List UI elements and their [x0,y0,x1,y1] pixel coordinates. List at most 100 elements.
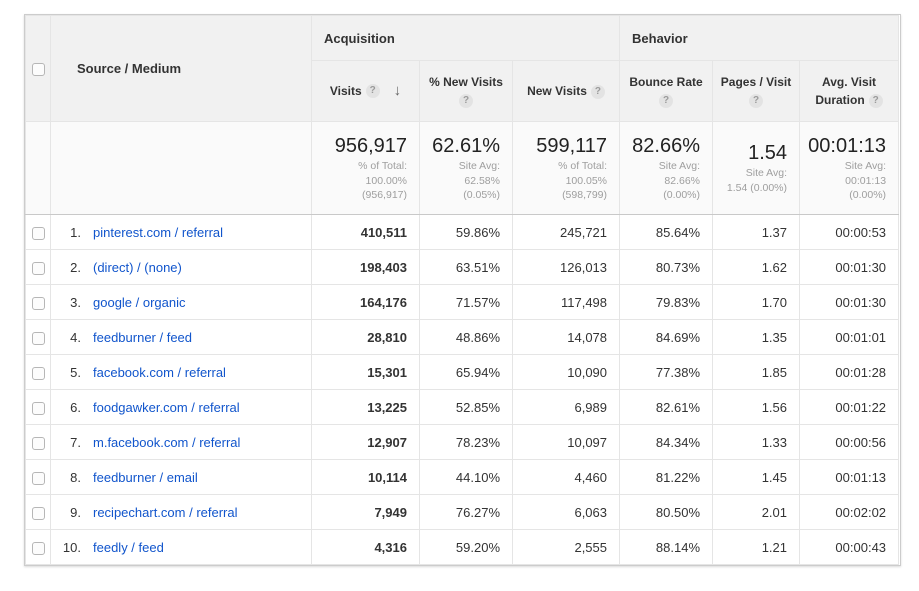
totals-pages-visit: 1.54 Site Avg: 1.54 (0.00%) [713,122,800,215]
row-rank: 5. [51,365,81,380]
source-medium-cell: 5. facebook.com / referral [51,355,312,390]
row-checkbox[interactable] [32,262,45,275]
row-checkbox[interactable] [32,472,45,485]
totals-new-visits-subtext: % of Total: 100.05% (598,799) [517,159,607,203]
bounce-rate-label: Bounce Rate [629,75,702,89]
totals-avg-visit-duration-subtext: Site Avg: 00:01:13 (0.00%) [804,159,886,203]
table-row: 4. feedburner / feed 28,810 48.86% 14,07… [26,320,899,355]
select-all-checkbox[interactable] [32,63,45,76]
row-checkbox[interactable] [32,367,45,380]
row-rank: 3. [51,295,81,310]
source-medium-link[interactable]: foodgawker.com / referral [93,400,240,415]
visits-cell: 15,301 [312,355,420,390]
column-header-visits[interactable]: Visits ? ↓ [312,61,420,122]
source-medium-cell: 3. google / organic [51,285,312,320]
totals-visits: 956,917 % of Total: 100.00% (956,917) [312,122,420,215]
sort-descending-icon[interactable]: ↓ [394,80,402,103]
row-rank: 6. [51,400,81,415]
table-row: 9. recipechart.com / referral 7,949 76.2… [26,495,899,530]
source-medium-link[interactable]: feedly / feed [93,540,164,555]
source-medium-link[interactable]: feedburner / email [93,470,198,485]
visits-cell: 13,225 [312,390,420,425]
column-header-bounce-rate[interactable]: Bounce Rate ? [620,61,713,122]
new-visits-cell: 245,721 [513,215,620,250]
avg-visit-duration-cell: 00:01:13 [800,460,899,495]
select-all-cell [26,16,51,122]
help-icon[interactable]: ? [366,84,380,98]
new-visits-cell: 117,498 [513,285,620,320]
pct-new-visits-cell: 71.57% [420,285,513,320]
totals-bounce-rate-subtext: Site Avg: 82.66% (0.00%) [624,159,700,203]
column-header-avg-visit-duration[interactable]: Avg. Visit Duration? [800,61,899,122]
row-checkbox[interactable] [32,402,45,415]
pages-visit-cell: 2.01 [713,495,800,530]
source-medium-cell: 2. (direct) / (none) [51,250,312,285]
column-header-new-visits[interactable]: New Visits? [513,61,620,122]
group-header-acquisition: Acquisition [312,16,620,61]
source-medium-link[interactable]: feedburner / feed [93,330,192,345]
avg-visit-duration-label-line1: Avg. Visit [822,75,876,89]
source-medium-link[interactable]: google / organic [93,295,186,310]
row-checkbox[interactable] [32,542,45,555]
visits-cell: 198,403 [312,250,420,285]
bounce-rate-cell: 84.34% [620,425,713,460]
totals-new-visits-value: 599,117 [517,133,607,159]
row-checkbox[interactable] [32,332,45,345]
pages-visit-cell: 1.45 [713,460,800,495]
new-visits-cell: 2,555 [513,530,620,565]
pct-new-visits-cell: 52.85% [420,390,513,425]
source-medium-cell: 10. feedly / feed [51,530,312,565]
source-medium-link[interactable]: facebook.com / referral [93,365,226,380]
source-medium-cell: 4. feedburner / feed [51,320,312,355]
bounce-rate-cell: 77.38% [620,355,713,390]
row-checkbox-cell [26,250,51,285]
pages-visit-cell: 1.70 [713,285,800,320]
source-medium-table-card: Source / Medium Acquisition Behavior Vis… [24,14,901,566]
row-checkbox[interactable] [32,437,45,450]
row-checkbox-cell [26,390,51,425]
totals-empty-cell [26,122,51,215]
bounce-rate-cell: 84.69% [620,320,713,355]
row-checkbox-cell [26,320,51,355]
totals-pages-visit-value: 1.54 [717,140,787,166]
totals-visits-subtext: % of Total: 100.00% (956,917) [316,159,407,203]
visits-cell: 410,511 [312,215,420,250]
source-medium-link[interactable]: m.facebook.com / referral [93,435,240,450]
pct-new-visits-cell: 59.86% [420,215,513,250]
help-icon[interactable]: ? [659,94,673,108]
column-header-pct-new-visits[interactable]: % New Visits ? [420,61,513,122]
row-checkbox-cell [26,425,51,460]
visits-cell: 12,907 [312,425,420,460]
pct-new-visits-cell: 48.86% [420,320,513,355]
new-visits-cell: 126,013 [513,250,620,285]
pct-new-visits-cell: 44.10% [420,460,513,495]
table-row: 5. facebook.com / referral 15,301 65.94%… [26,355,899,390]
help-icon[interactable]: ? [591,85,605,99]
avg-visit-duration-cell: 00:01:01 [800,320,899,355]
table-row: 3. google / organic 164,176 71.57% 117,4… [26,285,899,320]
help-icon[interactable]: ? [459,94,473,108]
help-icon[interactable]: ? [869,94,883,108]
source-medium-link[interactable]: pinterest.com / referral [93,225,223,240]
new-visits-label: New Visits [527,84,587,98]
help-icon[interactable]: ? [749,94,763,108]
source-medium-link[interactable]: recipechart.com / referral [93,505,238,520]
table-row: 2. (direct) / (none) 198,403 63.51% 126,… [26,250,899,285]
totals-new-visits: 599,117 % of Total: 100.05% (598,799) [513,122,620,215]
row-checkbox[interactable] [32,507,45,520]
row-checkbox[interactable] [32,297,45,310]
bounce-rate-cell: 85.64% [620,215,713,250]
row-checkbox[interactable] [32,227,45,240]
row-rank: 1. [51,225,81,240]
row-checkbox-cell [26,285,51,320]
source-medium-link[interactable]: (direct) / (none) [93,260,182,275]
source-medium-cell: 7. m.facebook.com / referral [51,425,312,460]
group-header-behavior: Behavior [620,16,899,61]
totals-bounce-rate: 82.66% Site Avg: 82.66% (0.00%) [620,122,713,215]
column-header-source-medium[interactable]: Source / Medium [51,16,312,122]
column-header-pages-visit[interactable]: Pages / Visit ? [713,61,800,122]
new-visits-cell: 14,078 [513,320,620,355]
row-checkbox-cell [26,530,51,565]
totals-empty-cell [51,122,312,215]
totals-pct-new-visits-subtext: Site Avg: 62.58% (0.05%) [424,159,500,203]
